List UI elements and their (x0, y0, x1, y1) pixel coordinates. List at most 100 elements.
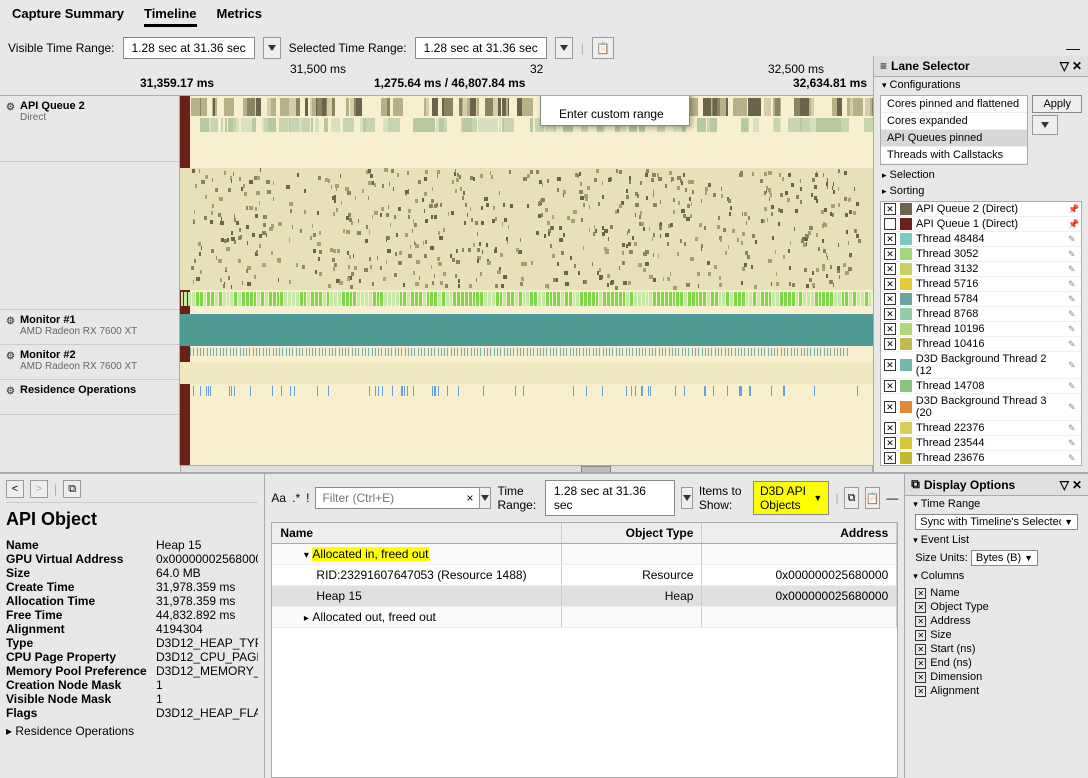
back-button[interactable]: < (6, 480, 24, 498)
edit-icon[interactable]: ✎ (1068, 438, 1078, 448)
lane-row[interactable]: API Queue 1 (Direct)📌 (881, 217, 1081, 232)
clear-filter-icon[interactable]: × (466, 491, 473, 505)
lane-api-queue[interactable]: API Queue 2 Direct (0, 96, 179, 162)
lane-row[interactable]: ✕Thread 5716✎ (881, 277, 1081, 292)
match-case-icon[interactable]: Aa (271, 491, 286, 505)
config-item[interactable]: Cores expanded (881, 113, 1027, 130)
lane-checkbox[interactable]: ✕ (884, 248, 896, 260)
tab-timeline[interactable]: Timeline (144, 6, 197, 27)
size-units-combo[interactable]: Bytes (B) ▼ (971, 550, 1038, 566)
gear-icon[interactable] (6, 315, 16, 325)
config-item[interactable]: API Queues pinned (881, 130, 1027, 147)
lane-checkbox[interactable] (884, 218, 896, 230)
gear-icon[interactable] (6, 350, 16, 360)
objects-table[interactable]: Name Object Type Address ▾Allocated in, … (271, 522, 898, 778)
table-group-row[interactable]: ▸Allocated out, freed out (272, 607, 897, 628)
edit-icon[interactable]: ✎ (1068, 234, 1078, 244)
lane-checkbox[interactable]: ✕ (884, 338, 896, 350)
lane-row[interactable]: ✕Thread 10416✎ (881, 337, 1081, 352)
lane-checkbox[interactable]: ✕ (884, 263, 896, 275)
time-range-input[interactable]: 1.28 sec at 31.36 sec (545, 480, 675, 516)
lane-row[interactable]: ✕D3D Background Thread 2 (12✎ (881, 352, 1081, 379)
column-checkbox[interactable]: ✕ (915, 588, 926, 599)
column-check-row[interactable]: ✕Object Type (915, 600, 1078, 614)
lane-row[interactable]: ✕Thread 3132✎ (881, 262, 1081, 277)
edit-icon[interactable]: ✎ (1068, 381, 1078, 391)
column-check-row[interactable]: ✕Size (915, 628, 1078, 642)
copy-icon[interactable]: 📋 (865, 487, 881, 509)
config-dropdown[interactable] (1032, 115, 1058, 135)
column-check-row[interactable]: ✕End (ns) (915, 656, 1078, 670)
menu-enter-custom[interactable]: Enter custom range (541, 103, 689, 125)
chevron-down-icon[interactable]: ▽ (1060, 59, 1069, 73)
selected-time-dropdown[interactable] (555, 37, 573, 59)
column-checkbox[interactable]: ✕ (915, 602, 926, 613)
lane-checkbox[interactable]: ✕ (884, 278, 896, 290)
edit-icon[interactable]: ✎ (1068, 249, 1078, 259)
lane-row[interactable]: ✕Thread 48484✎ (881, 232, 1081, 247)
column-check-row[interactable]: ✕Alignment (915, 684, 1078, 698)
lane-row[interactable]: ✕Thread 22376✎ (881, 421, 1081, 436)
lane-checkbox[interactable]: ✕ (884, 401, 896, 413)
table-row[interactable]: RID:23291607647053 (Resource 1488)Resour… (272, 565, 897, 586)
chevron-down-icon[interactable]: ▽ (1060, 478, 1069, 492)
tab-metrics[interactable]: Metrics (217, 6, 263, 27)
minimize-icon[interactable]: — (1066, 40, 1080, 56)
lane-monitor-2[interactable]: Monitor #2 AMD Radeon RX 7600 XT (0, 345, 179, 380)
edit-icon[interactable]: ✎ (1068, 264, 1078, 274)
filter-input[interactable] (315, 487, 484, 509)
time-range-dropdown[interactable] (681, 487, 693, 509)
table-row[interactable]: Heap 15Heap0x000000025680000 (272, 586, 897, 607)
lane-row[interactable]: ✕Thread 23676✎ (881, 451, 1081, 466)
selection-header[interactable]: Selection (874, 167, 1088, 183)
lane-checkbox[interactable]: ✕ (884, 203, 896, 215)
configurations-header[interactable]: Configurations (874, 77, 1088, 93)
column-check-row[interactable]: ✕Dimension (915, 670, 1078, 684)
tree-view-icon[interactable]: ⧉ (844, 487, 858, 509)
lane-checkbox[interactable]: ✕ (884, 233, 896, 245)
lane-checkbox[interactable]: ✕ (884, 437, 896, 449)
lane-row[interactable]: ✕D3D Background Thread 3 (20✎ (881, 394, 1081, 421)
lane-row[interactable]: ✕Thread 23544✎ (881, 436, 1081, 451)
lane-checkbox[interactable]: ✕ (884, 452, 896, 464)
column-checkbox[interactable]: ✕ (915, 672, 926, 683)
lane-list[interactable]: ✕API Queue 2 (Direct)📌API Queue 1 (Direc… (880, 201, 1082, 466)
col-name-header[interactable]: Name (272, 523, 562, 543)
lane-row[interactable]: ✕Thread 8768✎ (881, 307, 1081, 322)
clipboard-icon[interactable]: 📋 (592, 37, 614, 59)
time-range-section[interactable]: Time Range (905, 496, 1088, 512)
edit-icon[interactable]: ✎ (1068, 339, 1078, 349)
table-group-row[interactable]: ▾Allocated in, freed out (272, 544, 897, 565)
edit-icon[interactable]: ✎ (1068, 360, 1078, 370)
selected-time-input[interactable]: 1.28 sec at 31.36 sec (415, 37, 547, 59)
items-to-show-combo[interactable]: D3D API Objects ▼ (753, 481, 829, 515)
lane-checkbox[interactable]: ✕ (884, 380, 896, 392)
filter-dropdown[interactable] (479, 487, 491, 509)
sync-combo[interactable]: Sync with Timeline's Selected Range▼ (915, 514, 1078, 530)
col-addr-header[interactable]: Address (702, 523, 897, 543)
visible-time-input[interactable]: 1.28 sec at 31.36 sec (123, 37, 255, 59)
lane-checkbox[interactable]: ✕ (884, 293, 896, 305)
lane-checkbox[interactable]: ✕ (884, 359, 896, 371)
config-item[interactable]: Threads with Callstacks (881, 147, 1027, 164)
pin-icon[interactable]: 📌 (1068, 204, 1078, 214)
config-item[interactable]: Cores pinned and flattened (881, 96, 1027, 113)
pin-icon[interactable]: 📌 (1068, 219, 1078, 229)
column-checkbox[interactable]: ✕ (915, 616, 926, 627)
menu-select-all[interactable]: Select all (541, 96, 689, 103)
lane-checkbox[interactable]: ✕ (884, 323, 896, 335)
edit-icon[interactable]: ✎ (1068, 324, 1078, 334)
regex-icon[interactable]: .* (292, 491, 300, 505)
columns-section[interactable]: Columns (905, 568, 1088, 584)
sorting-header[interactable]: Sorting (874, 183, 1088, 199)
column-check-row[interactable]: ✕Name (915, 586, 1078, 600)
edit-icon[interactable]: ✎ (1068, 453, 1078, 463)
residence-operations-row[interactable]: ▸ Residence Operations (6, 720, 258, 738)
panel-minimize-icon[interactable]: — (886, 491, 898, 505)
lane-checkbox[interactable]: ✕ (884, 308, 896, 320)
forward-button[interactable]: > (30, 480, 48, 498)
close-icon[interactable]: ✕ (1072, 59, 1082, 73)
gear-icon[interactable] (6, 385, 16, 395)
lane-row[interactable]: ✕API Queue 2 (Direct)📌 (881, 202, 1081, 217)
expand-arrow-icon[interactable]: ▸ (300, 613, 312, 624)
